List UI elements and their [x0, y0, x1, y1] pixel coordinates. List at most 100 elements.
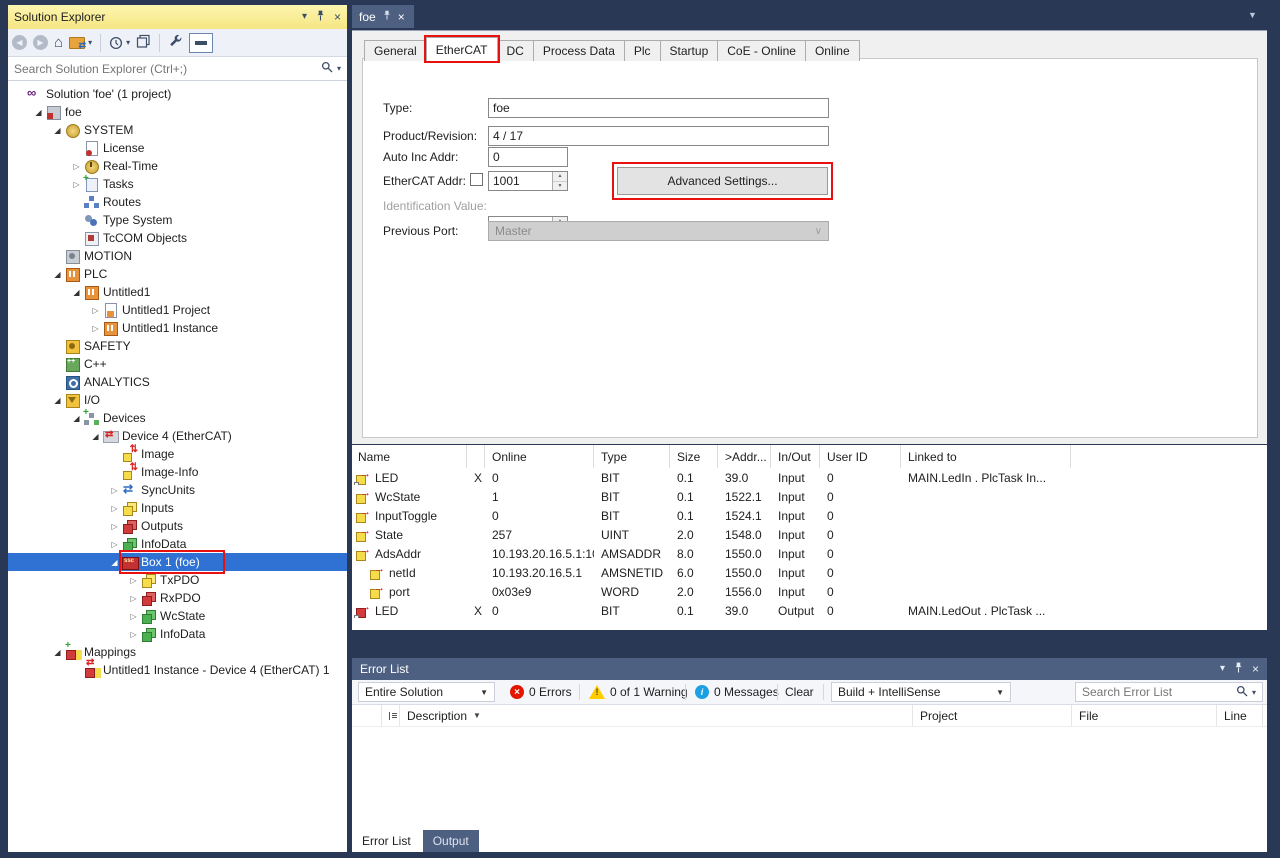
tree-item-type-system[interactable]: Type System — [8, 211, 347, 229]
grid-column-header-size[interactable]: Size — [670, 445, 718, 468]
expander-icon[interactable]: ▷ — [107, 540, 122, 549]
grid-column-header-in-out[interactable]: In/Out — [771, 445, 820, 468]
grid-column-header-user-id[interactable]: User ID — [820, 445, 901, 468]
expander-icon[interactable]: ◢ — [31, 108, 46, 117]
search-icon[interactable] — [321, 61, 333, 76]
variable-row-led-input[interactable]: LEDX0BIT0.139.0Input0MAIN.LedIn . PlcTas… — [352, 468, 1267, 487]
expander-icon[interactable]: ▷ — [107, 486, 122, 495]
expander-icon[interactable]: ▷ — [69, 162, 84, 171]
solution-explorer-titlebar[interactable]: Solution Explorer ▾ × — [8, 5, 347, 29]
tree-item-license[interactable]: License — [8, 139, 347, 157]
error-list-header-project-column[interactable]: Project — [913, 705, 1072, 726]
type-field[interactable]: foe — [488, 98, 829, 118]
tree-item-i-o[interactable]: ◢I/O — [8, 391, 347, 409]
pin-icon[interactable] — [1234, 662, 1243, 677]
expander-icon[interactable]: ▷ — [69, 180, 84, 189]
tree-item-tccom-objects[interactable]: TcCOM Objects — [8, 229, 347, 247]
document-tab-foe[interactable]: foe × — [352, 5, 414, 28]
tab-general[interactable]: General — [364, 40, 427, 61]
tree-item-infodata[interactable]: ▷InfoData — [8, 625, 347, 643]
errors-filter-button[interactable]: × 0 Errors — [510, 682, 572, 702]
tree-item-real-time[interactable]: ▷Real-Time — [8, 157, 347, 175]
tree-item-rxpdo[interactable]: ▷RxPDO — [8, 589, 347, 607]
tab-online[interactable]: Online — [805, 40, 860, 61]
expander-icon[interactable]: ▷ — [88, 324, 103, 333]
bottom-tab-output[interactable]: Output — [423, 830, 479, 852]
variable-row-port-input[interactable]: port0x03e9WORD2.01556.0Input0 — [352, 582, 1267, 601]
tree-item-solution-foe-1-project[interactable]: Solution 'foe' (1 project) — [8, 85, 347, 103]
tab-dc[interactable]: DC — [497, 40, 534, 61]
tree-item-routes[interactable]: Routes — [8, 193, 347, 211]
advanced-settings-button[interactable]: Advanced Settings... — [617, 167, 828, 195]
expander-icon[interactable]: ▷ — [88, 306, 103, 315]
tree-item-foe[interactable]: ◢foe — [8, 103, 347, 121]
messages-filter-button[interactable]: i 0 Messages — [695, 682, 779, 702]
tree-item-motion[interactable]: MOTION — [8, 247, 347, 265]
grid-column-header-type[interactable]: Type — [594, 445, 670, 468]
close-icon[interactable]: × — [398, 10, 405, 24]
tab-process-data[interactable]: Process Data — [533, 40, 625, 61]
tab-startup[interactable]: Startup — [660, 40, 719, 61]
clear-button[interactable]: Clear — [785, 682, 814, 702]
tree-item-plc[interactable]: ◢PLC — [8, 265, 347, 283]
grid-column-header-online[interactable]: Online — [485, 445, 594, 468]
variable-row-netid-input[interactable]: netId10.193.20.16.5.1AMSNETID6.01550.0In… — [352, 563, 1267, 582]
grid-column-header-addr[interactable]: >Addr... — [718, 445, 771, 468]
window-position-menu-icon[interactable]: ▾ — [302, 12, 307, 22]
tree-item-devices[interactable]: ◢Devices — [8, 409, 347, 427]
expander-icon[interactable]: ◢ — [50, 648, 65, 657]
tree-item-inputs[interactable]: ▷Inputs — [8, 499, 347, 517]
spinner-up-down-icon[interactable]: ▲▼ — [552, 172, 567, 190]
search-icon[interactable] — [1236, 685, 1248, 700]
expander-icon[interactable]: ◢ — [88, 432, 103, 441]
expander-icon[interactable]: ◢ — [69, 288, 84, 297]
ethercat-addr-checkbox[interactable] — [470, 173, 483, 186]
tree-item-outputs[interactable]: ▷Outputs — [8, 517, 347, 535]
tree-item-infodata[interactable]: ▷InfoData — [8, 535, 347, 553]
tree-item-wcstate[interactable]: ▷WcState — [8, 607, 347, 625]
variable-row-state-input[interactable]: State257UINT2.01548.0Input0 — [352, 525, 1267, 544]
collapse-all-icon[interactable] — [136, 34, 151, 52]
expander-icon[interactable]: ▷ — [126, 630, 141, 639]
tree-item-mappings[interactable]: ◢Mappings — [8, 643, 347, 661]
tree-item-c[interactable]: C++ — [8, 355, 347, 373]
tab-coe-online[interactable]: CoE - Online — [717, 40, 806, 61]
tab-ethercat[interactable]: EtherCAT — [426, 37, 498, 61]
expander-icon[interactable]: ▷ — [107, 522, 122, 531]
tree-item-system[interactable]: ◢SYSTEM — [8, 121, 347, 139]
product-revision-field[interactable]: 4 / 17 — [488, 126, 829, 146]
auto-inc-addr-field[interactable]: 0 — [488, 147, 568, 167]
tree-item-untitled1-instance-device-4-ethercat-1[interactable]: Untitled1 Instance - Device 4 (EtherCAT)… — [8, 661, 347, 679]
variable-row-led-output[interactable]: LEDX0BIT0.139.0Output0MAIN.LedOut . PlcT… — [352, 601, 1267, 620]
expander-icon[interactable]: ▷ — [126, 594, 141, 603]
solution-explorer-search[interactable]: Search Solution Explorer (Ctrl+;) ▾ — [8, 57, 347, 81]
expander-icon[interactable]: ▷ — [107, 504, 122, 513]
expander-icon[interactable]: ◢ — [107, 558, 122, 567]
properties-wrench-icon[interactable] — [168, 34, 183, 52]
expander-icon[interactable]: ◢ — [69, 414, 84, 423]
tree-item-untitled1[interactable]: ◢Untitled1 — [8, 283, 347, 301]
filter-chevron-icon[interactable]: ▼ — [473, 711, 481, 720]
tree-item-syncunits[interactable]: ▷SyncUnits — [8, 481, 347, 499]
home-icon[interactable]: ⌂ — [54, 35, 63, 50]
close-icon[interactable]: × — [334, 11, 341, 23]
back-icon[interactable]: ◀ — [12, 35, 27, 50]
bottom-tab-error-list[interactable]: Error List — [352, 830, 421, 852]
variable-row-wcstate-input[interactable]: WcState1BIT0.11522.1Input0 — [352, 487, 1267, 506]
ethercat-addr-field[interactable]: 1001 ▲▼ — [488, 171, 568, 191]
document-overflow-chevron-icon[interactable]: ▼ — [1248, 10, 1257, 20]
tree-item-safety[interactable]: SAFETY — [8, 337, 347, 355]
window-position-menu-icon[interactable]: ▾ — [1220, 664, 1225, 674]
grid-column-header-link-flag[interactable] — [467, 445, 485, 468]
expander-icon[interactable]: ◢ — [50, 270, 65, 279]
close-icon[interactable]: × — [1252, 663, 1259, 675]
chevron-down-icon[interactable]: ▾ — [1252, 688, 1256, 697]
tree-item-analytics[interactable]: ANALYTICS — [8, 373, 347, 391]
search-input[interactable]: Search Solution Explorer (Ctrl+;) — [14, 62, 321, 76]
preview-selected-items-toggle[interactable] — [189, 33, 213, 53]
scope-dropdown[interactable]: Entire Solution▼ — [358, 682, 495, 702]
tree-item-untitled1-project[interactable]: ▷Untitled1 Project — [8, 301, 347, 319]
tree-item-tasks[interactable]: ▷Tasks — [8, 175, 347, 193]
tree-item-device-4-ethercat[interactable]: ◢Device 4 (EtherCAT) — [8, 427, 347, 445]
error-list-titlebar[interactable]: Error List ▾ × — [352, 658, 1267, 680]
